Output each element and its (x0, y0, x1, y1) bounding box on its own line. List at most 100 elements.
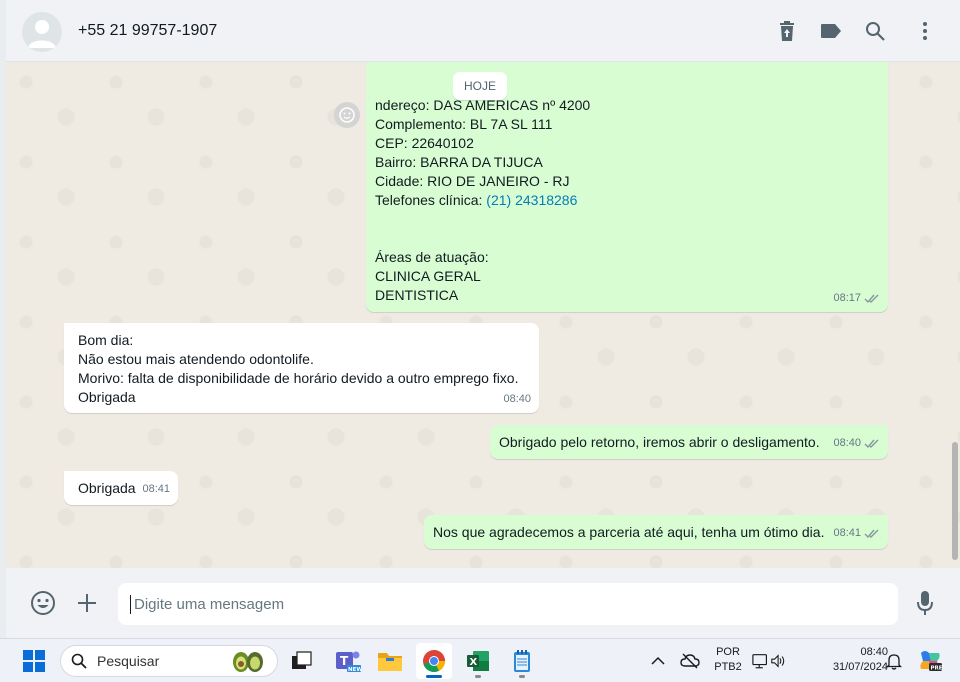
incoming-message-bubble[interactable]: Bom dia: Não estou mais atendendo odonto… (64, 323, 539, 413)
notepad-icon (514, 650, 530, 672)
message-meta: 08:40 (503, 390, 531, 409)
message-time: 08:41 (833, 527, 861, 539)
taskbar-search[interactable]: Pesquisar (60, 645, 278, 677)
active-indicator (426, 675, 442, 678)
smiley-icon (339, 107, 355, 123)
svg-text:X: X (470, 657, 478, 668)
bell-icon (886, 654, 902, 670)
emoji-icon (31, 591, 55, 615)
network-volume-icon (752, 654, 785, 669)
menu-icon (923, 22, 927, 40)
message-meta: 08:40 (833, 434, 880, 453)
double-check-icon (864, 439, 879, 448)
message-time: 08:17 (833, 292, 861, 304)
day-separator: HOJE (453, 72, 507, 100)
react-button[interactable] (334, 102, 360, 128)
message-line: Morivo: falta de disponibilidade de horá… (78, 370, 519, 386)
search-icon (71, 653, 87, 669)
chevron-up-icon (651, 656, 665, 665)
day-label: HOJE (463, 79, 496, 93)
emoji-button[interactable] (28, 588, 58, 618)
copilot-icon: PRE (920, 651, 943, 672)
chrome-app[interactable] (416, 643, 452, 679)
task-view-button[interactable] (284, 643, 320, 679)
label-chat-button[interactable] (818, 18, 844, 44)
message-text: Obrigada (78, 480, 136, 496)
language-code: POR (716, 646, 740, 658)
double-check-icon (864, 294, 879, 303)
message-time: 08:40 (833, 437, 861, 449)
message-input[interactable] (118, 583, 898, 625)
cep-line: CEP: 22640102 (375, 135, 474, 151)
show-hidden-icons-button[interactable] (640, 643, 676, 679)
task-view-icon (292, 651, 312, 669)
menu-button[interactable] (912, 18, 938, 44)
cidade-line: Cidade: RIO DE JANEIRO - RJ (375, 173, 570, 189)
search-icon (866, 22, 885, 41)
folder-icon (378, 653, 402, 671)
windows-taskbar: Pesquisar T NEW X POR PTB2 08:40 31/07/2… (0, 638, 960, 682)
delete-chat-button[interactable] (774, 18, 800, 44)
start-button[interactable] (16, 643, 52, 679)
complement-line: Complemento: BL 7A SL 111 (375, 116, 553, 132)
search-label: Pesquisar (97, 653, 160, 669)
running-indicator (475, 675, 481, 678)
message-line: Não estou mais atendendo odontolife. (78, 351, 314, 367)
copilot-button[interactable]: PRE (912, 643, 948, 679)
double-check-icon (864, 529, 879, 538)
area-item: CLINICA GERAL (375, 268, 481, 284)
voice-message-button[interactable] (910, 588, 940, 618)
phone-link[interactable]: (21) 24318286 (486, 192, 577, 208)
message-meta: 08:41 (142, 480, 170, 499)
chat-area[interactable]: ndereço: DAS AMÉRICAS nº 4200 Complement… (6, 62, 960, 568)
label-icon (821, 24, 841, 38)
teams-icon: T NEW (336, 651, 361, 673)
file-explorer-app[interactable] (372, 643, 408, 679)
svg-text:PRE: PRE (931, 666, 943, 672)
notepad-app[interactable] (504, 643, 540, 679)
plus-icon (78, 594, 96, 612)
chat-scrollbar[interactable] (952, 442, 958, 560)
phone-label: Telefones clínica: (375, 192, 487, 208)
cloud-offline-icon (680, 653, 700, 669)
message-time: 08:40 (503, 393, 531, 405)
excel-icon: X (467, 651, 489, 671)
message-meta: 08:17 (833, 289, 880, 308)
message-time: 08:41 (142, 483, 170, 495)
composer-bar (6, 568, 960, 638)
keyboard-layout: PTB2 (714, 661, 742, 673)
onedrive-status[interactable] (672, 643, 708, 679)
default-avatar-icon (28, 20, 56, 48)
windows-logo-icon (23, 650, 45, 672)
outgoing-message-bubble[interactable]: Nos que agradecemos a parceria até aqui,… (424, 515, 888, 549)
address-message-bubble[interactable]: ndereço: DAS AMÉRICAS nº 4200 Complement… (366, 62, 888, 312)
incoming-message-bubble[interactable]: Obrigada 08:41 (64, 471, 178, 505)
notifications-button[interactable] (876, 643, 912, 679)
message-line: Bom dia: (78, 332, 134, 348)
svg-text:NEW: NEW (348, 667, 361, 673)
contact-name[interactable]: +55 21 99757-1907 (78, 22, 217, 40)
chrome-icon (423, 650, 445, 672)
message-line: Obrigada (78, 389, 136, 405)
message-text: Obrigado pelo retorno, iremos abrir o de… (499, 434, 820, 450)
delete-icon (780, 21, 794, 41)
teams-app[interactable]: T NEW (330, 643, 366, 679)
microphone-icon (917, 591, 933, 615)
message-meta: 08:41 (833, 524, 880, 543)
avatar[interactable] (22, 12, 62, 52)
message-text: Nos que agradecemos a parceria até aqui,… (433, 524, 825, 540)
bairro-line: Bairro: BARRA DA TIJUCA (375, 154, 543, 170)
network-volume-tray[interactable] (752, 643, 788, 679)
attach-button[interactable] (72, 588, 102, 618)
search-messages-button[interactable] (862, 18, 888, 44)
phone-line: Telefones clínica: (21) 24318286 (375, 191, 590, 210)
input-language[interactable]: POR PTB2 (708, 645, 748, 675)
text-caret (130, 595, 131, 614)
area-item: DENTISTICA (375, 287, 459, 303)
chat-header: +55 21 99757-1907 (6, 0, 960, 62)
excel-app[interactable]: X (460, 643, 496, 679)
outgoing-message-bubble[interactable]: Obrigado pelo retorno, iremos abrir o de… (490, 425, 888, 459)
avocado-icon (233, 652, 263, 672)
running-indicator (519, 675, 525, 678)
